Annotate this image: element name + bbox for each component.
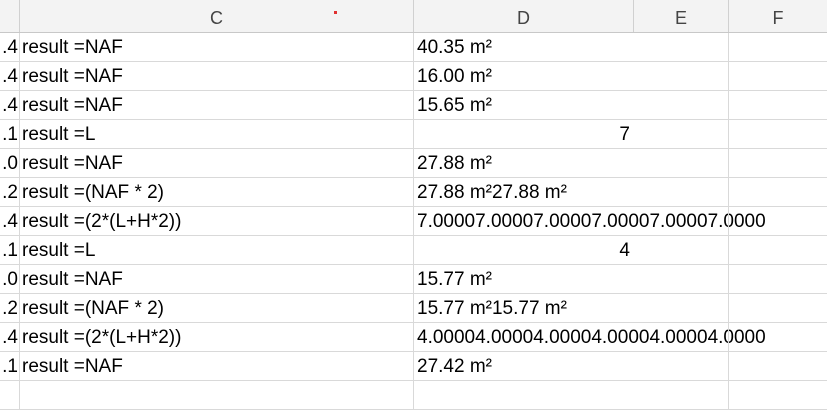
cell-c[interactable]: result =(2*(L+H*2)) [20,207,413,235]
cell-b[interactable]: .4 [0,62,20,90]
cell-e[interactable] [634,323,729,351]
table-row: .0 result =NAF 27.88 m² [0,149,827,178]
cell-c[interactable]: result =NAF [20,352,413,380]
cell-d[interactable] [414,381,634,409]
cell-d[interactable]: 4 [414,236,634,264]
cell-b[interactable]: .4 [0,91,20,119]
table-row: .4 result =NAF 40.35 m² [0,33,827,62]
cell-f[interactable] [729,294,827,322]
cell-c[interactable]: result =NAF [20,91,413,119]
cell-c[interactable]: result =NAF [20,62,413,90]
table-row: .2 result =(NAF * 2) 15.77 m²15.77 m² [0,294,827,323]
cell-d[interactable]: 27.88 m² [414,149,634,177]
cell-f[interactable] [729,352,827,380]
column-header-b[interactable] [0,0,20,32]
table-row: .1 result =L 7 [0,120,827,149]
cell-e[interactable] [634,352,729,380]
cell-e[interactable] [634,120,729,148]
cell-b[interactable]: .4 [0,323,20,351]
cell-c[interactable]: result =(NAF * 2) [20,294,413,322]
cell-d[interactable]: 27.88 m²27.88 m² [414,178,634,206]
cell-f[interactable] [729,91,827,119]
cell-c[interactable]: result =(NAF * 2) [20,178,413,206]
table-row: .4 result =(2*(L+H*2)) 4.00004.00004.00004… [0,323,827,352]
cell-c[interactable] [20,381,413,409]
table-row: .4 result =(2*(L+H*2)) 7.00007.00007.00007… [0,207,827,236]
cell-b[interactable] [0,381,20,409]
cell-c[interactable]: result =L [20,236,413,264]
cell-b[interactable]: .1 [0,120,20,148]
cell-f[interactable] [729,381,827,409]
cell-e[interactable] [634,207,729,235]
cell-c[interactable]: result =NAF [20,149,413,177]
cell-f[interactable] [729,149,827,177]
cell-d[interactable]: 16.00 m² [414,62,634,90]
cell-f[interactable] [729,323,827,351]
cell-b[interactable]: .4 [0,207,20,235]
cell-b[interactable]: .0 [0,265,20,293]
cell-c[interactable]: result =NAF [20,265,413,293]
cell-b[interactable]: .2 [0,178,20,206]
cell-e[interactable] [634,294,729,322]
cursor-marker [334,11,337,14]
table-row: .4 result =NAF 16.00 m² [0,62,827,91]
cell-b[interactable]: .4 [0,33,20,61]
cell-e[interactable] [634,149,729,177]
column-divider [634,33,635,407]
column-divider [729,33,730,407]
cell-d[interactable]: 27.42 m² [414,352,634,380]
column-header-row: C D E F [0,0,827,33]
cell-d[interactable]: 4.00004.00004.00004.00004.00004.0000 [414,323,766,351]
cell-b[interactable]: .2 [0,294,20,322]
cell-f[interactable] [729,33,827,61]
table-row [0,381,827,410]
cell-d[interactable]: 15.77 m²15.77 m² [414,294,634,322]
cell-c[interactable]: result =NAF [20,33,413,61]
cell-e[interactable] [634,33,729,61]
cell-f[interactable] [729,62,827,90]
table-row: .2 result =(NAF * 2) 27.88 m²27.88 m² [0,178,827,207]
cell-d[interactable]: 7 [414,120,634,148]
cell-e[interactable] [634,91,729,119]
cell-b[interactable]: .0 [0,149,20,177]
table-row: .4 result =NAF 15.65 m² [0,91,827,120]
cell-c[interactable]: result =(2*(L+H*2)) [20,323,413,351]
column-header-e[interactable]: E [634,0,729,32]
cell-d[interactable]: 40.35 m² [414,33,634,61]
cell-e[interactable] [634,62,729,90]
cell-f[interactable] [729,236,827,264]
cell-f[interactable] [729,265,827,293]
table-row: .0 result =NAF 15.77 m² [0,265,827,294]
cell-e[interactable] [634,265,729,293]
cell-e[interactable] [634,381,729,409]
cell-e[interactable] [634,236,729,264]
cell-d[interactable]: 15.65 m² [414,91,634,119]
cell-b[interactable]: .1 [0,352,20,380]
cell-b[interactable]: .1 [0,236,20,264]
cell-f[interactable] [729,178,827,206]
column-header-d[interactable]: D [414,0,634,32]
cell-e[interactable] [634,178,729,206]
table-row: .1 result =L 4 [0,236,827,265]
column-header-c[interactable]: C [20,0,414,32]
cell-f[interactable] [729,120,827,148]
cell-f[interactable] [729,207,827,235]
cell-d[interactable]: 7.00007.00007.00007.00007.00007.0000 [414,207,766,235]
column-header-f[interactable]: F [729,0,827,32]
table-row: .1 result =NAF 27.42 m² [0,352,827,381]
cell-c[interactable]: result =L [20,120,413,148]
cell-d[interactable]: 15.77 m² [414,265,634,293]
